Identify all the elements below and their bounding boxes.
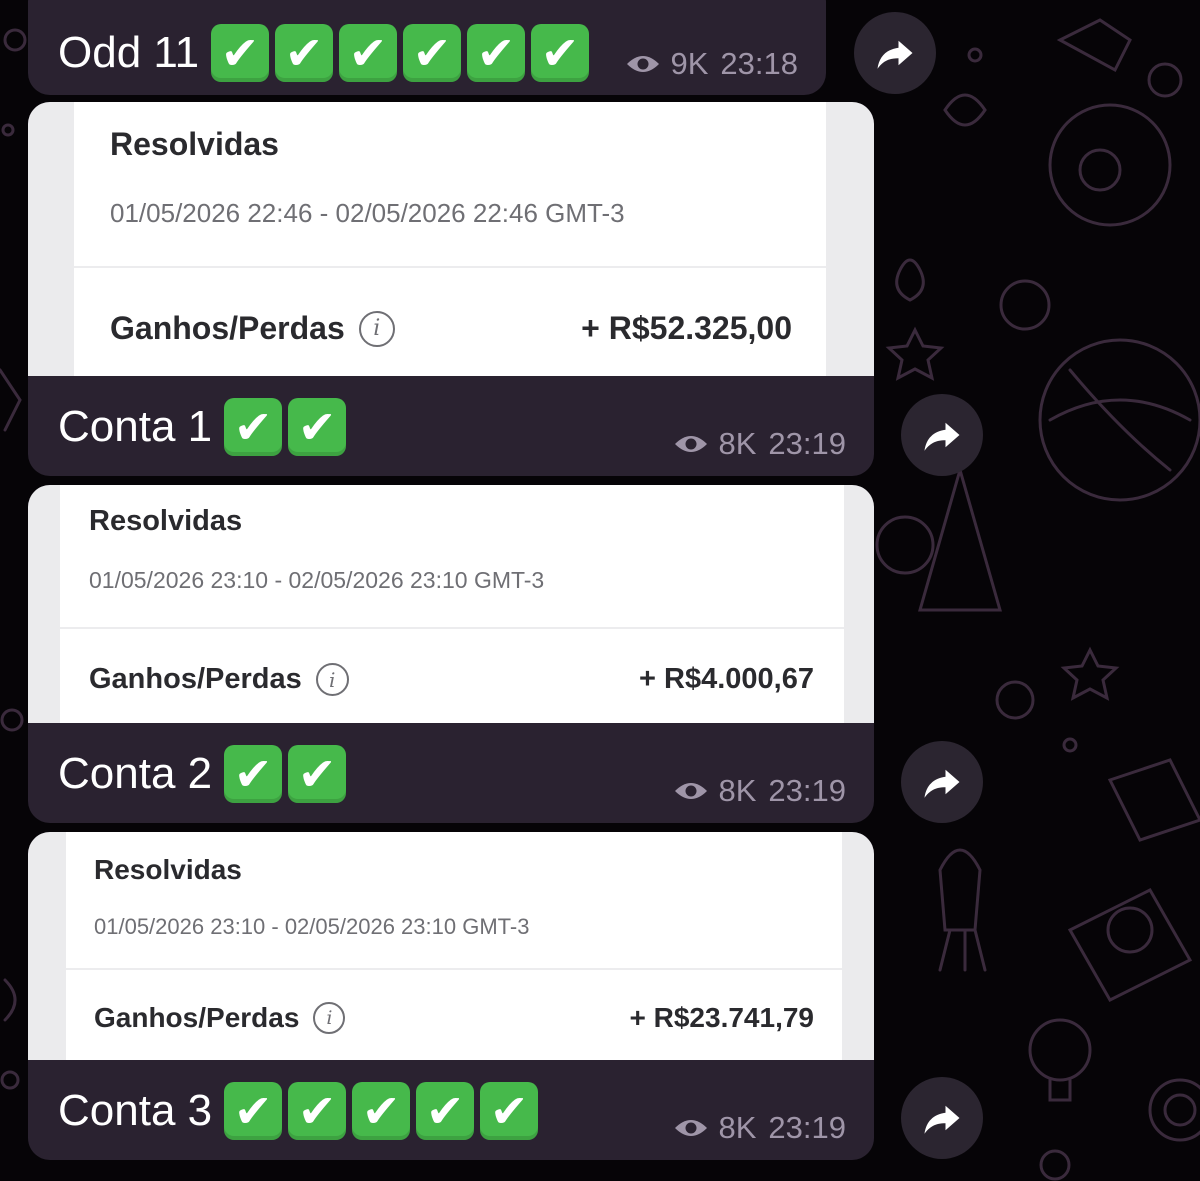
check-mark-row: ✔ ✔ ✔ ✔ ✔ (224, 1082, 544, 1140)
card-title: Resolvidas (110, 126, 279, 162)
check-mark-icon: ✔ (288, 745, 347, 803)
card-title: Resolvidas (89, 505, 243, 537)
check-mark-icon: ✔ (403, 24, 462, 82)
check-mark-icon: ✔ (480, 1082, 539, 1140)
check-mark-icon: ✔ (224, 745, 283, 803)
message-time: 23:19 (768, 773, 846, 808)
message-time: 23:19 (768, 1110, 846, 1145)
check-mark-row: ✔ ✔ ✔ ✔ ✔ ✔ (211, 24, 595, 82)
message-bubble-conta-3: Resolvidas 01/05/2026 23:10 - 02/05/2026… (28, 832, 874, 1160)
check-mark-icon: ✔ (224, 398, 283, 456)
forward-arrow-icon (877, 40, 913, 69)
check-mark-row: ✔ ✔ (224, 745, 352, 803)
caption-text: Conta 3 (58, 1086, 213, 1135)
eye-icon (674, 1120, 707, 1136)
gains-losses-value: + R$52.325,00 (581, 310, 792, 346)
check-mark-icon: ✔ (288, 1082, 347, 1140)
view-count: 8K (718, 1110, 757, 1145)
divider (60, 627, 844, 629)
view-count: 8K (718, 773, 757, 808)
check-mark-icon: ✔ (275, 24, 334, 82)
eye-icon (674, 783, 707, 799)
divider (74, 266, 826, 268)
card-title: Resolvidas (94, 854, 242, 885)
message-bubble-conta-2: Resolvidas 01/05/2026 23:10 - 02/05/2026… (28, 485, 874, 823)
forward-button[interactable] (901, 1077, 983, 1159)
gains-losses-label: Ganhos/Perdas i (89, 663, 349, 696)
message-time: 23:19 (768, 426, 846, 461)
check-mark-icon: ✔ (531, 24, 590, 82)
divider (66, 968, 842, 970)
message-bubble-conta-1: Resolvidas 01/05/2026 22:46 - 02/05/2026… (28, 102, 874, 476)
caption-text: Odd 11 (58, 28, 200, 77)
eye-icon (674, 436, 707, 452)
gains-losses-value: + R$4.000,67 (639, 663, 814, 695)
message-meta: 8K 23:19 (673, 773, 846, 809)
message-caption: Conta 1 ✔ ✔ (58, 398, 352, 456)
message-time: 23:18 (720, 46, 798, 81)
screenshot-image[interactable]: Resolvidas 01/05/2026 23:10 - 02/05/2026… (28, 832, 874, 1060)
forward-arrow-icon (924, 422, 960, 451)
gains-losses-text: Ganhos/Perdas (89, 663, 302, 695)
summary-card: Resolvidas 01/05/2026 23:10 - 02/05/2026… (66, 832, 842, 1060)
date-range: 01/05/2026 23:10 - 02/05/2026 23:10 GMT-… (89, 567, 545, 593)
message-meta: 8K 23:19 (673, 426, 846, 462)
view-count: 8K (718, 426, 757, 461)
message-meta: 8K 23:19 (673, 1110, 846, 1146)
caption-text: Conta 2 (58, 749, 213, 798)
forward-button[interactable] (854, 12, 936, 94)
check-mark-icon: ✔ (224, 1082, 283, 1140)
screenshot-image[interactable]: Resolvidas 01/05/2026 22:46 - 02/05/2026… (28, 102, 874, 376)
screenshot-image[interactable]: Resolvidas 01/05/2026 23:10 - 02/05/2026… (28, 485, 874, 723)
check-mark-icon: ✔ (352, 1082, 411, 1140)
caption-text: Conta 1 (58, 402, 213, 451)
gains-losses-label: Ganhos/Perdas i (110, 310, 395, 347)
summary-card: Resolvidas 01/05/2026 23:10 - 02/05/2026… (60, 485, 844, 723)
summary-card: Resolvidas 01/05/2026 22:46 - 02/05/2026… (74, 102, 826, 376)
info-icon: i (315, 663, 349, 696)
check-mark-row: ✔ ✔ (224, 398, 352, 456)
message-caption: Odd 11 ✔ ✔ ✔ ✔ ✔ ✔ (58, 24, 595, 82)
message-meta: 9K 23:18 (625, 46, 798, 82)
message-caption: Conta 2 ✔ ✔ (58, 745, 352, 803)
view-count: 9K (670, 46, 709, 81)
gains-losses-text: Ganhos/Perdas (110, 310, 345, 346)
forward-arrow-icon (924, 1105, 960, 1134)
forward-button[interactable] (901, 394, 983, 476)
date-range: 01/05/2026 22:46 - 02/05/2026 22:46 GMT-… (110, 198, 625, 228)
forward-button[interactable] (901, 741, 983, 823)
gains-losses-text: Ganhos/Perdas (94, 1002, 300, 1033)
info-icon: i (358, 310, 395, 347)
forward-arrow-icon (924, 769, 960, 798)
check-mark-icon: ✔ (467, 24, 526, 82)
message-bubble-odd-11: Odd 11 ✔ ✔ ✔ ✔ ✔ ✔ 9K 23:18 (28, 0, 826, 95)
check-mark-icon: ✔ (416, 1082, 475, 1140)
check-mark-icon: ✔ (339, 24, 398, 82)
check-mark-icon: ✔ (211, 24, 270, 82)
message-caption: Conta 3 ✔ ✔ ✔ ✔ ✔ (58, 1082, 544, 1140)
gains-losses-value: + R$23.741,79 (629, 1002, 815, 1033)
info-icon: i (313, 1002, 346, 1034)
eye-icon (626, 56, 659, 72)
gains-losses-label: Ganhos/Perdas i (94, 1002, 346, 1034)
date-range: 01/05/2026 23:10 - 02/05/2026 23:10 GMT-… (94, 914, 530, 939)
check-mark-icon: ✔ (288, 398, 347, 456)
